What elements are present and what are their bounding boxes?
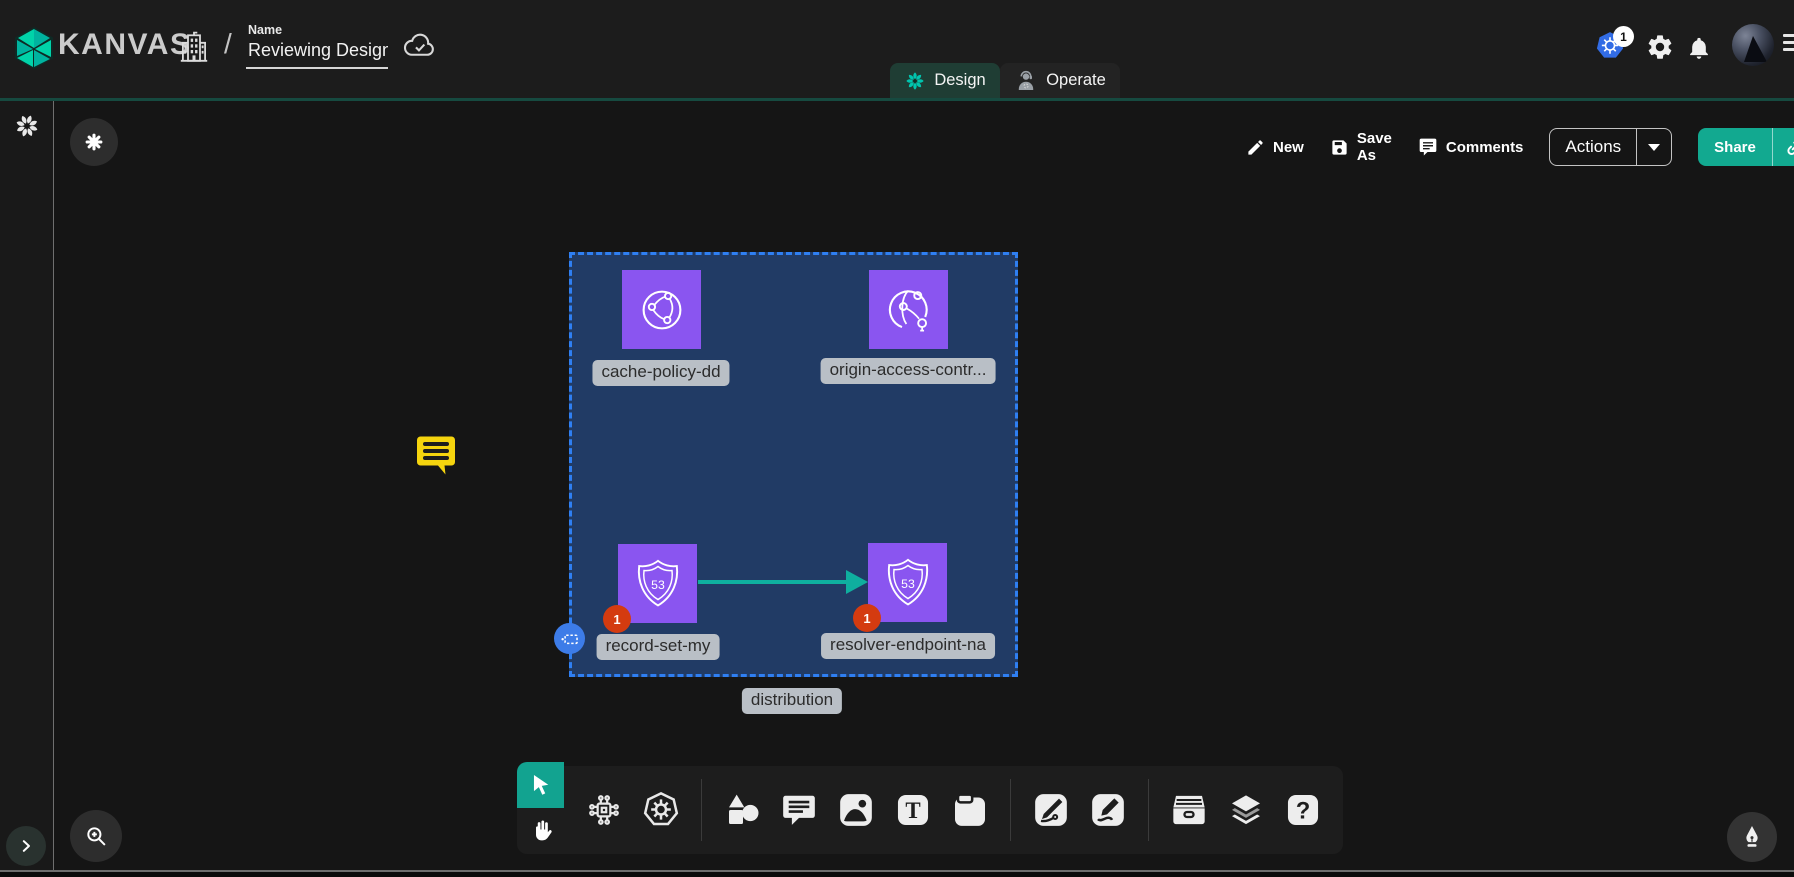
error-badge-resolver-endpoint[interactable]: 1 — [853, 604, 881, 632]
cloud-sync-icon — [402, 30, 438, 60]
route53-number: 53 — [901, 576, 915, 590]
edge-record-to-resolver[interactable] — [698, 580, 848, 584]
canvas-toolbar: New Save As Comments Actions — [1246, 128, 1794, 166]
selection-handle[interactable] — [554, 623, 585, 654]
chevron-right-icon — [17, 837, 35, 855]
brand-name: KANVAS — [58, 28, 191, 62]
layers-icon[interactable] — [1225, 789, 1267, 831]
design-tab-label: Design — [934, 71, 985, 90]
toolbar-section-annotate: T — [701, 779, 1010, 841]
settings-gear-icon[interactable] — [1646, 33, 1674, 61]
kanvas-logo-icon[interactable] — [14, 26, 54, 70]
kubernetes-helm-icon[interactable] — [640, 789, 682, 831]
pen-path-tool-icon[interactable] — [1030, 789, 1072, 831]
text-tool-icon[interactable]: T — [892, 789, 934, 831]
toolbar-section-draw — [1010, 779, 1148, 841]
help-icon[interactable]: ? — [1282, 789, 1324, 831]
pencil-icon — [1246, 138, 1265, 157]
comment-tool-icon[interactable] — [778, 789, 820, 831]
kanvas-app: KANVAS / Name — [0, 0, 1794, 877]
kubernetes-notification-badge: 1 — [1613, 26, 1634, 47]
text-tool-glyph: T — [905, 798, 920, 823]
expand-sidebar-button[interactable] — [6, 826, 46, 866]
asterisk-gear-icon — [83, 131, 105, 153]
cloudfront-cache-policy-icon — [634, 282, 690, 338]
node-resolver-endpoint[interactable]: 53 — [868, 543, 947, 622]
zoom-in-button[interactable] — [70, 810, 122, 862]
tab-design[interactable]: Design — [890, 63, 1000, 98]
header: KANVAS / Name — [0, 0, 1794, 98]
card-tool-icon[interactable] — [949, 789, 991, 831]
header-accent-underline — [0, 98, 1794, 101]
node-record-set[interactable]: 53 — [618, 544, 697, 623]
node-label-resolver-endpoint[interactable]: resolver-endpoint-na — [821, 633, 995, 659]
comment-bubble-icon — [1418, 137, 1438, 157]
components-circuit-icon[interactable] — [583, 789, 625, 831]
design-name-underline — [246, 67, 388, 69]
organization-icon[interactable] — [176, 28, 212, 66]
pen-nib-icon — [1739, 824, 1765, 850]
actions-dropdown-button[interactable]: Actions — [1549, 128, 1672, 166]
save-as-label: Save As — [1357, 130, 1392, 164]
node-label-record-set[interactable]: record-set-my — [597, 634, 720, 660]
toolbar-section-infra — [564, 779, 701, 841]
design-name-label: Name — [248, 23, 282, 37]
left-sidebar-rail — [0, 101, 54, 871]
caret-down-icon — [1648, 144, 1660, 151]
operate-tab-icon — [1014, 69, 1038, 93]
actions-label: Actions — [1550, 129, 1636, 165]
edge-arrowhead — [846, 570, 868, 594]
actions-caret-cell[interactable] — [1636, 129, 1671, 165]
notifications-bell-icon[interactable] — [1686, 35, 1712, 61]
save-as-button[interactable]: Save As — [1330, 130, 1392, 164]
copy-link-cell[interactable] — [1772, 128, 1794, 166]
canvas-settings-button[interactable] — [70, 118, 118, 166]
toolbar-section-manage: ? — [1148, 779, 1343, 841]
hamburger-menu-icon[interactable] — [1783, 34, 1794, 51]
help-glyph: ? — [1296, 798, 1311, 825]
new-label: New — [1273, 139, 1304, 156]
comments-button[interactable]: Comments — [1418, 137, 1524, 157]
shapes-tool-icon[interactable] — [721, 789, 763, 831]
zoom-in-magnifier-icon — [83, 823, 109, 849]
bottom-toolbar: T — [564, 766, 1343, 854]
floppy-save-icon — [1330, 138, 1349, 157]
cloudfront-origin-access-control-icon — [881, 282, 937, 338]
new-button[interactable]: New — [1246, 138, 1304, 157]
image-tool-icon[interactable] — [835, 789, 877, 831]
pointer-tool-group — [517, 762, 564, 854]
share-button[interactable]: Share — [1698, 128, 1794, 166]
route53-resolver-endpoint-icon: 53 — [880, 555, 936, 611]
link-icon — [1784, 136, 1794, 158]
node-origin-access-control[interactable] — [869, 270, 948, 349]
design-tab-icon — [904, 70, 926, 92]
user-avatar[interactable] — [1732, 24, 1774, 66]
error-badge-record-set[interactable]: 1 — [603, 605, 631, 633]
select-tool-button[interactable] — [517, 762, 564, 808]
breadcrumb-separator: / — [224, 28, 232, 60]
drawer-archive-icon[interactable] — [1168, 789, 1210, 831]
pan-tool-button[interactable] — [517, 808, 564, 854]
comments-label: Comments — [1446, 139, 1524, 156]
node-label-cache-policy[interactable]: cache-policy-dd — [592, 360, 729, 386]
canvas-comment-pin-icon[interactable] — [414, 435, 458, 477]
sidebar-meshery-swirl-icon[interactable] — [12, 111, 42, 141]
avatar-figure — [1744, 36, 1767, 62]
share-label: Share — [1698, 128, 1772, 166]
design-name-input[interactable] — [248, 40, 388, 61]
route53-number: 53 — [651, 577, 665, 591]
node-label-origin-access-control[interactable]: origin-access-contr... — [821, 358, 996, 384]
freehand-pencil-tool-icon[interactable] — [1087, 789, 1129, 831]
operate-tab-label: Operate — [1046, 71, 1106, 90]
node-cache-policy[interactable] — [622, 270, 701, 349]
tab-operate[interactable]: Operate — [1000, 63, 1120, 98]
pen-fab-button[interactable] — [1727, 812, 1777, 862]
bottom-strip — [0, 872, 1794, 877]
group-label-distribution[interactable]: distribution — [742, 688, 842, 714]
route53-record-set-icon: 53 — [630, 556, 686, 612]
